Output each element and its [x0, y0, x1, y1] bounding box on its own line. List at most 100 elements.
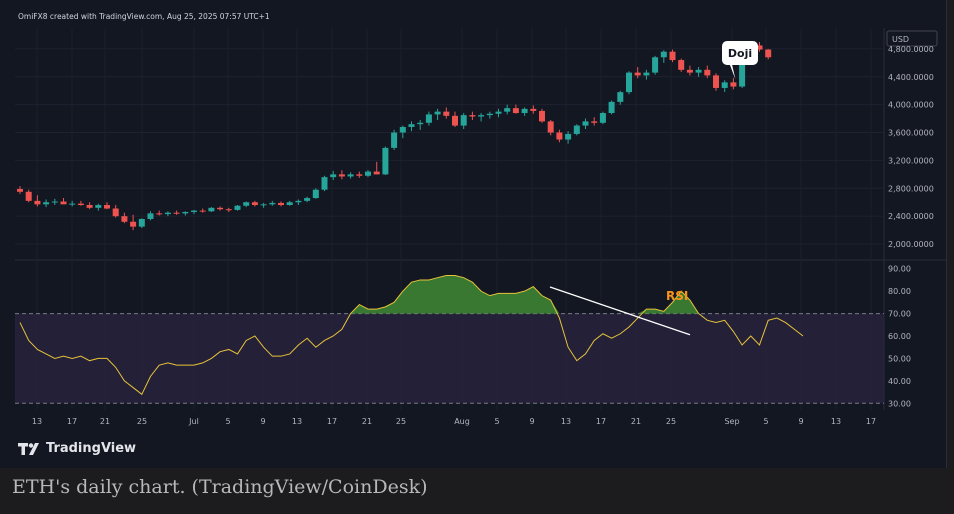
time-tick-label: 21	[100, 417, 110, 426]
candle-body	[156, 213, 163, 215]
candle-body	[217, 207, 224, 210]
candle-body	[338, 174, 345, 177]
candle-body	[617, 92, 624, 102]
candle-body	[173, 212, 180, 214]
candle-body	[478, 115, 485, 117]
candle-body	[495, 111, 502, 114]
candle-body	[713, 75, 719, 88]
price-tick-label: 4,800.0000	[888, 45, 934, 54]
candle-body	[408, 124, 415, 127]
time-tick-label: 17	[596, 417, 606, 426]
candle-body	[556, 132, 563, 140]
candle-body	[164, 212, 171, 215]
candle-body	[321, 177, 328, 190]
rsi-tick-label: 50.00	[888, 354, 911, 363]
time-tick-label: 25	[666, 417, 676, 426]
price-tick-label: 2,800.0000	[888, 184, 934, 193]
time-tick-label: 13	[831, 417, 841, 426]
candle-body	[530, 108, 537, 111]
candle-body	[356, 174, 363, 176]
candle-body	[191, 210, 197, 212]
candle-body	[469, 115, 476, 117]
candle-body	[486, 113, 493, 116]
candle-body	[104, 205, 110, 209]
time-tick-label: 5	[225, 417, 230, 426]
candle-body	[434, 111, 441, 115]
rsi-tick-label: 60.00	[888, 332, 911, 341]
time-tick-label: 21	[362, 417, 372, 426]
candle-body	[660, 51, 667, 58]
candle-body	[365, 171, 371, 176]
tradingview-brand[interactable]: TradingView	[18, 441, 136, 456]
price-tick-label: 3,600.0000	[888, 129, 934, 138]
price-tick-label: 4,400.0000	[888, 73, 934, 82]
figure-caption: ETH's daily chart. (TradingView/CoinDesk…	[12, 476, 428, 498]
candle-body	[382, 147, 389, 175]
candle-body	[17, 189, 23, 192]
time-tick-label: 17	[67, 417, 77, 426]
price-tick-label: 4,000.0000	[888, 101, 934, 110]
candle-body	[269, 202, 276, 205]
candle-body	[704, 69, 711, 76]
candle-body	[730, 82, 737, 87]
candle-body	[599, 113, 606, 123]
time-tick-label: 25	[137, 417, 147, 426]
eth-chart[interactable]: Doji RSI USD4,800.0000 4,400.0000 4,000.0000…	[0, 0, 946, 468]
candle-body	[452, 115, 458, 126]
price-tick-label: 3,200.0000	[888, 156, 934, 165]
rsi-tick-label: 30.00	[888, 399, 911, 408]
time-tick-label: 21	[631, 417, 641, 426]
candle-body	[425, 114, 432, 123]
candle-body	[521, 108, 528, 114]
candle-body	[34, 200, 41, 205]
candle-body	[95, 205, 102, 208]
candle-body	[547, 121, 554, 133]
time-tick-label: 13	[561, 417, 571, 426]
candle-body	[504, 108, 511, 112]
price-tick-label: 2,400.0000	[888, 212, 934, 221]
candle-body	[112, 208, 119, 217]
candle-body	[43, 202, 50, 205]
currency-label: USD	[892, 35, 909, 44]
time-tick-label: 9	[260, 417, 265, 426]
rsi-tick-label: 70.00	[888, 310, 911, 319]
price-tick-label: 2,000.0000	[888, 240, 934, 249]
candle-body	[347, 174, 354, 177]
candle-body	[147, 213, 154, 219]
candle-body	[51, 201, 58, 203]
candle-body	[121, 216, 128, 222]
time-tick-label: 9	[529, 417, 534, 426]
candle-body	[626, 72, 632, 93]
time-tick-label: 5	[494, 417, 499, 426]
time-tick-label: 25	[396, 417, 406, 426]
candle-body	[765, 49, 772, 58]
candle-body	[278, 202, 284, 206]
candle-body	[373, 171, 380, 175]
candle-body	[182, 212, 189, 214]
candle-body	[591, 121, 598, 123]
candle-body	[130, 221, 137, 227]
candle-body	[295, 200, 302, 203]
candle-body	[243, 202, 250, 206]
candle-body	[86, 205, 93, 208]
candle-body	[60, 201, 67, 205]
candle-body	[304, 198, 311, 201]
candle-body	[634, 72, 641, 76]
candle-body	[565, 133, 572, 140]
candle-body	[643, 72, 650, 76]
candle-body	[539, 110, 545, 122]
tradingview-wordmark: TradingView	[46, 441, 137, 456]
candle-body	[460, 115, 467, 126]
candle-body	[330, 174, 337, 178]
candle-body	[399, 126, 406, 133]
candle-body	[312, 189, 319, 199]
candle-body	[652, 57, 659, 73]
candle-body	[721, 82, 728, 88]
time-tick-label: Sep	[724, 417, 739, 426]
time-tick-label: 13	[292, 417, 302, 426]
candle-body	[391, 132, 398, 148]
candle-body	[251, 202, 258, 206]
tradingview-logo-icon	[18, 442, 39, 455]
rsi-tick-label: 80.00	[888, 287, 911, 296]
candle-body	[573, 125, 580, 134]
